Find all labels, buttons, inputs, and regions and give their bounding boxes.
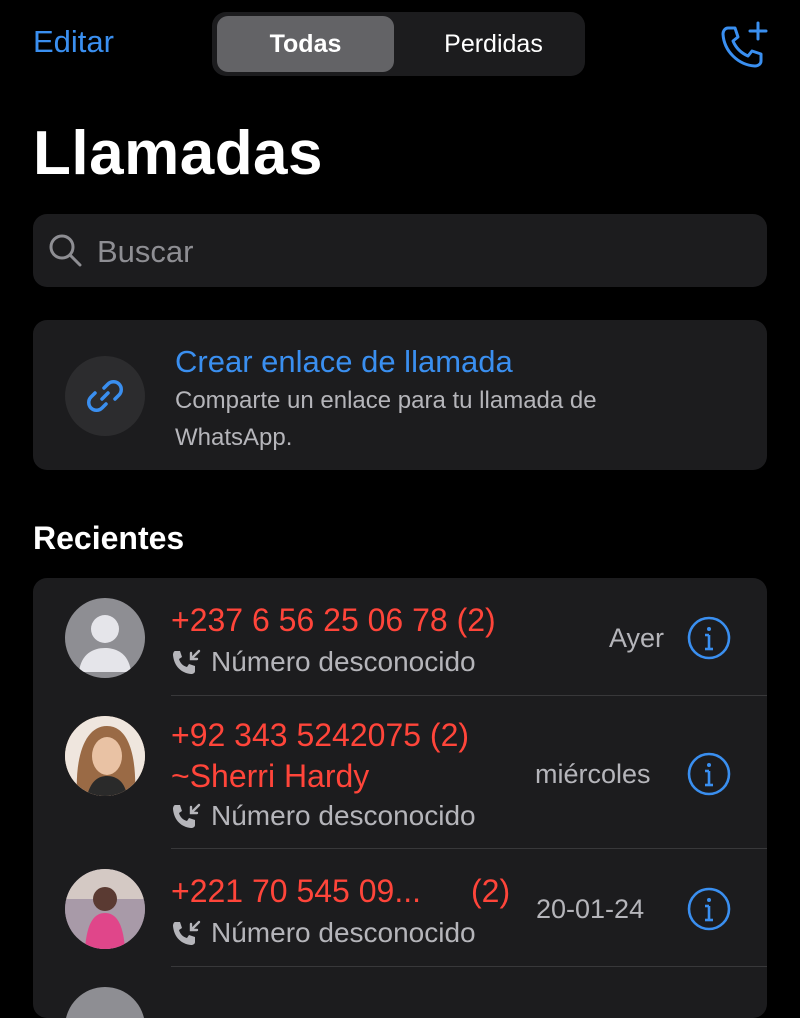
search-icon: [49, 234, 82, 267]
avatar: [65, 987, 145, 1018]
call-count: (2): [471, 873, 511, 909]
info-icon[interactable]: [687, 887, 731, 931]
phone-plus-icon: [721, 21, 768, 68]
caller-number: +221 70 545 09...: [171, 873, 421, 909]
call-status: Número desconocido: [171, 800, 476, 832]
call-status: Número desconocido: [171, 917, 476, 949]
call-row[interactable]: +221 70 545 09... (2) Número desconocido…: [33, 849, 767, 967]
contact-photo: [65, 716, 145, 796]
link-icon: [87, 380, 123, 412]
section-title-recientes: Recientes: [33, 520, 185, 556]
tab-perdidas[interactable]: Perdidas: [405, 16, 582, 72]
call-row[interactable]: +92 343 5242075 (2) ~Sherri Hardy Número…: [33, 696, 767, 849]
info-icon[interactable]: [687, 616, 731, 660]
contact-photo: [65, 869, 145, 949]
page-title: Llamadas: [33, 119, 324, 188]
search-input[interactable]: [95, 214, 739, 289]
avatar: [65, 598, 145, 678]
call-date: 20-01-24: [536, 894, 645, 924]
call-status-label: Número desconocido: [211, 917, 476, 948]
person-icon: [79, 615, 131, 672]
avatar: [65, 869, 145, 949]
edit-button[interactable]: Editar: [33, 24, 114, 60]
caller-number: +237 6 56 25 06 78 (2): [171, 602, 496, 638]
call-status-label: Número desconocido: [211, 800, 476, 831]
new-call-button[interactable]: [718, 20, 768, 70]
filter-segmented-control: Todas Perdidas: [212, 12, 585, 76]
tab-todas[interactable]: Todas: [217, 16, 394, 72]
incoming-call-icon: [173, 649, 201, 674]
call-row[interactable]: [33, 967, 767, 1018]
caller-number: +92 343 5242075 (2): [171, 717, 470, 753]
recent-calls-list: +237 6 56 25 06 78 (2) Número desconocid…: [33, 578, 767, 1018]
call-status: Número desconocido: [171, 646, 476, 678]
link-icon-circle: [65, 356, 145, 436]
call-link-title: Crear enlace de llamada: [175, 344, 513, 379]
avatar: [65, 716, 145, 796]
call-row[interactable]: +237 6 56 25 06 78 (2) Número desconocid…: [33, 578, 767, 696]
caller-name: ~Sherri Hardy: [171, 758, 370, 794]
incoming-call-icon: [173, 920, 201, 945]
call-status-label: Número desconocido: [211, 646, 476, 677]
call-date: miércoles: [535, 759, 651, 789]
incoming-call-icon: [173, 803, 201, 828]
create-call-link-card[interactable]: Crear enlace de llamada Comparte un enla…: [33, 320, 767, 470]
info-icon[interactable]: [687, 752, 731, 796]
call-link-description: Comparte un enlace para tu llamada de Wh…: [175, 387, 597, 451]
search-bar[interactable]: [33, 214, 767, 289]
call-date: Ayer: [609, 623, 665, 653]
